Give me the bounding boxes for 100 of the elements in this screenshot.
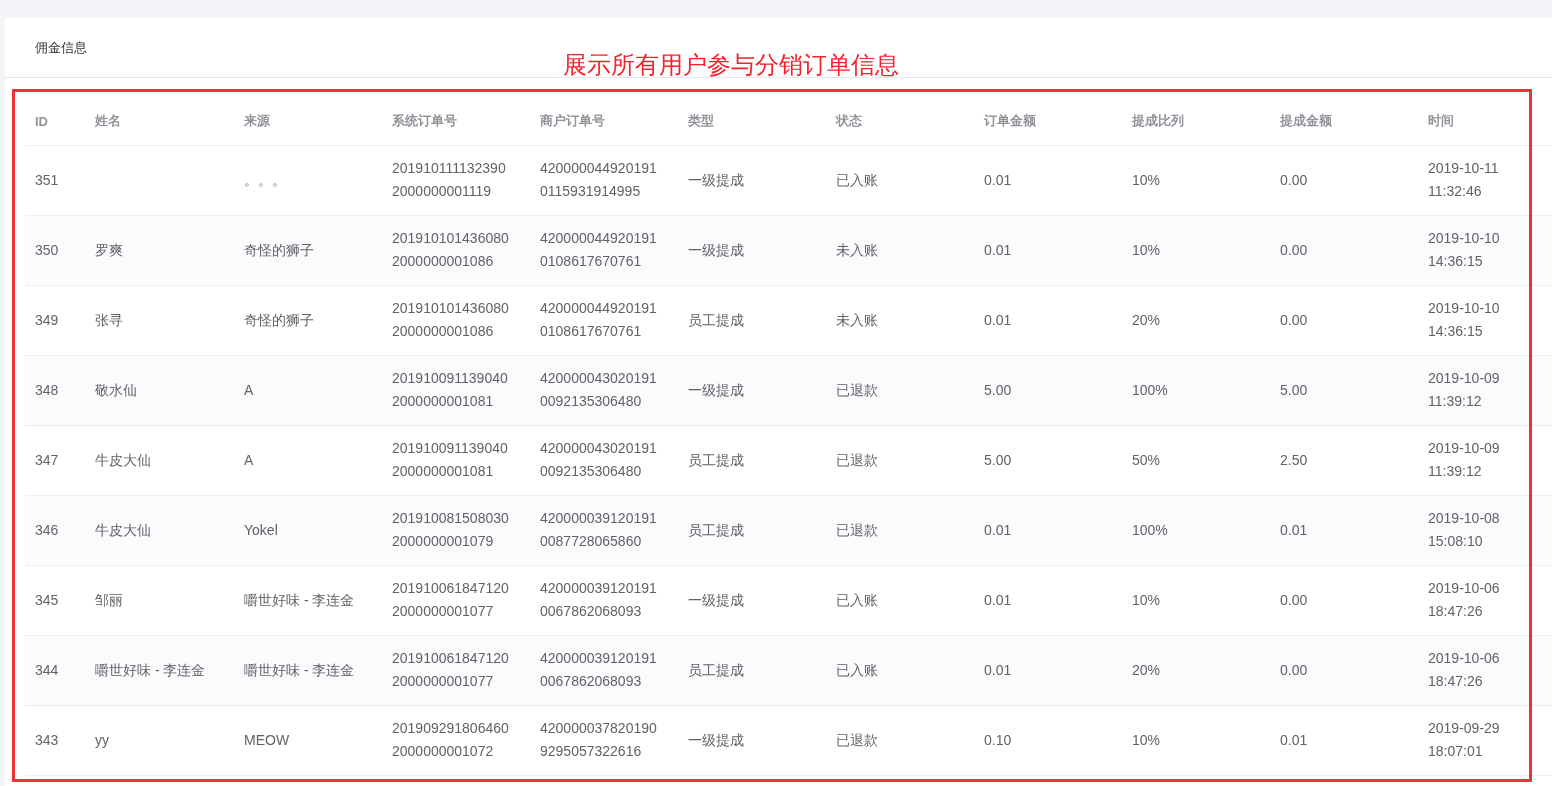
column-header: 商户订单号 bbox=[540, 113, 605, 129]
column-header: 订单金额 bbox=[984, 113, 1036, 129]
type-cell: 员工提成 bbox=[688, 451, 744, 468]
source-cell: 。。。 bbox=[244, 171, 286, 188]
amount-cell: 5.00 bbox=[984, 381, 1012, 398]
rate-cell: 20% bbox=[1132, 661, 1161, 678]
status-cell: 已退款 bbox=[836, 521, 878, 538]
source-cell: MEOW bbox=[244, 731, 290, 748]
amount-cell: 0.01 bbox=[984, 521, 1012, 538]
status-cell: 已入账 bbox=[836, 591, 878, 608]
time-cell-text: 2019-10-06 18:47:26 bbox=[1428, 649, 1501, 691]
type-cell: 员工提成 bbox=[688, 521, 744, 538]
column-header: 类型 bbox=[688, 113, 714, 129]
status-cell: 已入账 bbox=[836, 661, 878, 678]
time-cell-text: 2019-10-10 14:36:15 bbox=[1428, 299, 1501, 341]
status-cell: 已退款 bbox=[836, 451, 878, 468]
column-header: 时间 bbox=[1428, 113, 1454, 129]
time-cell-text: 2019-10-10 14:36:15 bbox=[1428, 229, 1501, 271]
merchant-order-cell: 4200000378201909295057322616 bbox=[540, 720, 657, 759]
source-cell: 嚼世好味 - 李连金 bbox=[244, 661, 355, 678]
order-number-cell: 2019100618471202000000001077 bbox=[392, 650, 509, 689]
commission-cell: 2.50 bbox=[1280, 451, 1308, 468]
type-cell: 一级提成 bbox=[688, 591, 744, 608]
rate-cell: 100% bbox=[1132, 381, 1168, 398]
name-cell: 嚼世好味 - 李连金 bbox=[95, 661, 206, 678]
merchant-order-cell: 4200000391201910067862068093 bbox=[540, 650, 657, 689]
id-cell: 343 bbox=[35, 731, 59, 748]
column-header: 提成金额 bbox=[1280, 113, 1332, 129]
commission-cell: 0.01 bbox=[1280, 731, 1308, 748]
rate-cell: 10% bbox=[1132, 731, 1161, 748]
name-cell: yy bbox=[95, 731, 109, 748]
panel-title: 佣金信息 bbox=[35, 38, 87, 57]
name-cell: 敬水仙 bbox=[95, 381, 137, 398]
time-cell-text: 2019-10-09 11:39:12 bbox=[1428, 369, 1501, 411]
source-cell: Yokel bbox=[244, 521, 278, 538]
status-cell: 已退款 bbox=[836, 731, 878, 748]
time-cell-text: 2019-09-29 18:07:01 bbox=[1428, 719, 1501, 761]
column-header: 来源 bbox=[244, 113, 270, 129]
id-cell: 344 bbox=[35, 661, 59, 678]
type-cell: 一级提成 bbox=[688, 731, 744, 748]
status-cell: 已退款 bbox=[836, 381, 878, 398]
source-cell: 嚼世好味 - 李连金 bbox=[244, 591, 355, 608]
type-cell: 员工提成 bbox=[688, 311, 744, 328]
commission-cell: 0.00 bbox=[1280, 591, 1308, 608]
commission-cell: 0.00 bbox=[1280, 171, 1308, 188]
id-cell: 347 bbox=[35, 451, 59, 468]
column-header: 状态 bbox=[836, 113, 862, 129]
name-cell: 罗爽 bbox=[95, 241, 123, 258]
column-header: 系统订单号 bbox=[392, 113, 457, 129]
amount-cell: 0.01 bbox=[984, 311, 1012, 328]
id-cell: 348 bbox=[35, 381, 59, 398]
amount-cell: 0.01 bbox=[984, 661, 1012, 678]
commission-cell: 5.00 bbox=[1280, 381, 1308, 398]
commission-cell: 0.00 bbox=[1280, 241, 1308, 258]
rate-cell: 100% bbox=[1132, 521, 1168, 538]
type-cell: 一级提成 bbox=[688, 381, 744, 398]
source-cell: 奇怪的狮子 bbox=[244, 311, 314, 328]
merchant-order-cell: 4200000430201910092135306480 bbox=[540, 440, 657, 479]
column-header: 提成比列 bbox=[1132, 113, 1184, 129]
amount-cell: 5.00 bbox=[984, 451, 1012, 468]
order-number-cell: 2019100815080302000000001079 bbox=[392, 510, 509, 549]
order-number-cell: 2019101014360802000000001086 bbox=[392, 300, 509, 339]
time-cell-text: 2019-10-06 18:47:26 bbox=[1428, 579, 1501, 621]
amount-cell: 0.01 bbox=[984, 591, 1012, 608]
source-cell: A bbox=[244, 451, 254, 468]
id-cell: 351 bbox=[35, 171, 59, 188]
merchant-order-cell: 4200000391201910067862068093 bbox=[540, 580, 657, 619]
name-cell: 张寻 bbox=[95, 311, 123, 328]
time-cell-text: 2019-10-08 15:08:10 bbox=[1428, 509, 1501, 551]
type-cell: 一级提成 bbox=[688, 241, 744, 258]
source-cell: A bbox=[244, 381, 254, 398]
order-number-cell: 2019100911390402000000001081 bbox=[392, 440, 508, 479]
amount-cell: 0.10 bbox=[984, 731, 1012, 748]
order-number-cell: 2019101111323902000000001119 bbox=[392, 160, 506, 199]
id-cell: 345 bbox=[35, 591, 59, 608]
time-cell-text: 2019-10-09 11:39:12 bbox=[1428, 439, 1501, 481]
amount-cell: 0.01 bbox=[984, 241, 1012, 258]
commission-cell: 0.00 bbox=[1280, 311, 1308, 328]
status-cell: 已入账 bbox=[836, 171, 878, 188]
type-cell: 员工提成 bbox=[688, 661, 744, 678]
merchant-order-cell: 4200000430201910092135306480 bbox=[540, 370, 657, 409]
merchant-order-cell: 4200000449201910108617670761 bbox=[540, 300, 657, 339]
status-cell: 未入账 bbox=[836, 311, 878, 328]
merchant-order-cell: 4200000391201910087728065860 bbox=[540, 510, 657, 549]
name-cell: 牛皮大仙 bbox=[95, 451, 151, 468]
annotation-text: 展示所有用户参与分销订单信息 bbox=[563, 50, 899, 80]
merchant-order-cell: 4200000449201910108617670761 bbox=[540, 230, 657, 269]
rate-cell: 50% bbox=[1132, 451, 1161, 468]
rate-cell: 10% bbox=[1132, 171, 1161, 188]
column-header: ID bbox=[35, 113, 48, 129]
name-cell: 牛皮大仙 bbox=[95, 521, 151, 538]
id-cell: 350 bbox=[35, 241, 59, 258]
rate-cell: 10% bbox=[1132, 241, 1161, 258]
status-cell: 未入账 bbox=[836, 241, 878, 258]
id-cell: 346 bbox=[35, 521, 59, 538]
commission-cell: 0.00 bbox=[1280, 661, 1308, 678]
rate-cell: 20% bbox=[1132, 311, 1161, 328]
order-number-cell: 2019101014360802000000001086 bbox=[392, 230, 509, 269]
order-number-cell: 2019100618471202000000001077 bbox=[392, 580, 509, 619]
time-cell-text: 2019-10-11 11:32:46 bbox=[1428, 159, 1500, 201]
